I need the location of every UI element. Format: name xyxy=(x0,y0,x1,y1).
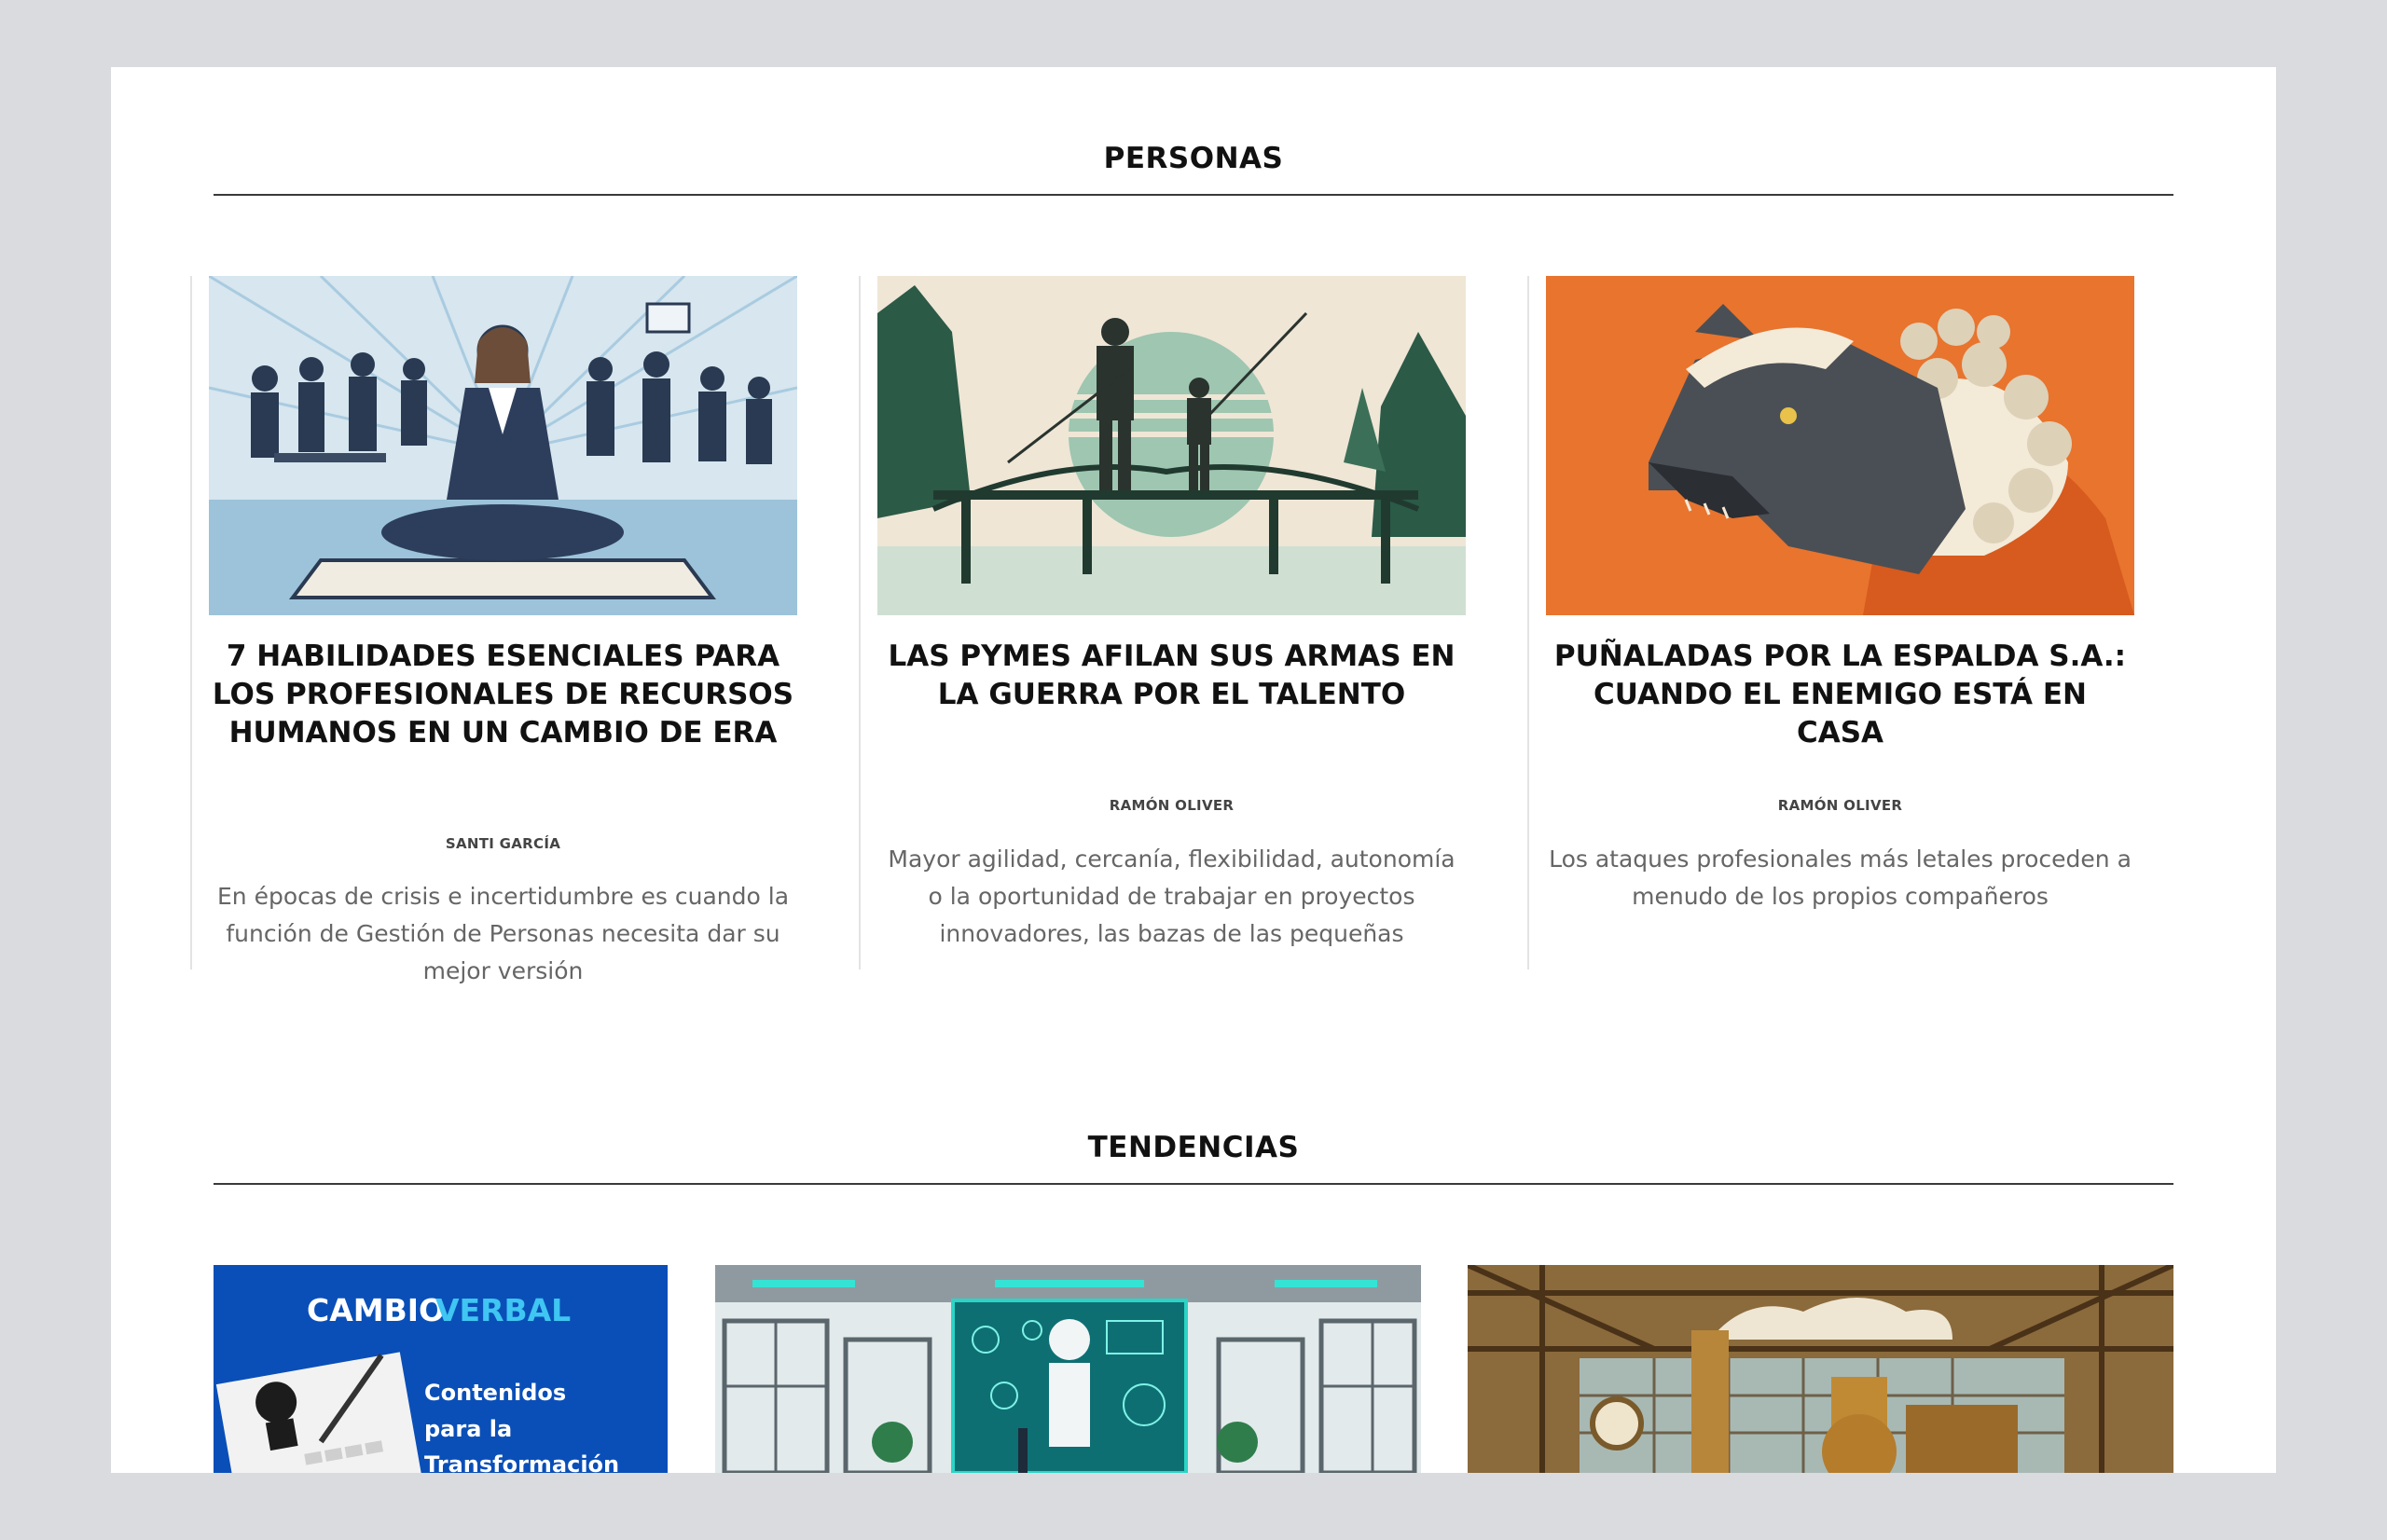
article-excerpt: Los ataques profesionales más letales pr… xyxy=(1549,846,2132,910)
steampunk-factory-image xyxy=(1468,1265,2173,1473)
article-thumbnail[interactable] xyxy=(209,276,797,615)
article-thumbnail[interactable] xyxy=(1546,276,2134,615)
wolf-in-sheep-clothing-image xyxy=(1546,276,2134,615)
trend-card[interactable] xyxy=(1468,1265,2173,1473)
fishing-on-bridge-image xyxy=(877,276,1466,615)
article-author[interactable]: RAMÓN OLIVER xyxy=(877,797,1466,814)
trend-card[interactable] xyxy=(715,1265,1421,1473)
banner-line-3: Transformación xyxy=(424,1451,619,1473)
article-title[interactable]: LAS PYMES AFILAN SUS ARMAS EN LA GUERRA … xyxy=(877,638,1466,714)
banner-line-1: Contenidos xyxy=(424,1380,566,1406)
article-title[interactable]: 7 HABILIDADES ESENCIALES PARA LOS PROFES… xyxy=(209,638,797,752)
article-card: 7 HABILIDADES ESENCIALES PARA LOS PROFES… xyxy=(190,276,859,984)
banner-line-2: para la xyxy=(424,1416,512,1442)
article-excerpt: Mayor agilidad, cercanía, flexibilidad, … xyxy=(888,846,1456,947)
article-excerpt: En épocas de crisis e incertidumbre es c… xyxy=(216,883,790,984)
section-divider xyxy=(214,194,2173,196)
section-title-personas: PERSONAS xyxy=(1103,142,1284,175)
meditating-businesswoman-image xyxy=(209,276,797,615)
section-title-tendencias: TENDENCIAS xyxy=(1087,1131,1300,1164)
article-thumbnail[interactable] xyxy=(877,276,1466,615)
section-divider xyxy=(214,1183,2173,1185)
article-card: PUÑALADAS POR LA ESPALDA S.A.: CUANDO EL… xyxy=(1527,276,2196,969)
article-author[interactable]: RAMÓN OLIVER xyxy=(1546,797,2134,814)
cambio-verbal-banner[interactable]: CAMBIO VERBAL Contenidos para la Transfo… xyxy=(214,1265,668,1473)
cambio-verbal-image: CAMBIO VERBAL Contenidos para la Transfo… xyxy=(214,1265,668,1473)
article-author[interactable]: SANTI GARCÍA xyxy=(209,835,797,852)
page-content: PERSONAS 7 HABILIDADES ESENCIALES PARA L… xyxy=(111,67,2276,1473)
banner-word-verbal: VERBAL xyxy=(435,1292,571,1328)
article-card: LAS PYMES AFILAN SUS ARMAS EN LA GUERRA … xyxy=(859,276,1527,969)
article-title[interactable]: PUÑALADAS POR LA ESPALDA S.A.: CUANDO EL… xyxy=(1546,638,2134,752)
ai-robot-office-image xyxy=(715,1265,1421,1473)
banner-word-cambio: CAMBIO xyxy=(307,1292,445,1328)
